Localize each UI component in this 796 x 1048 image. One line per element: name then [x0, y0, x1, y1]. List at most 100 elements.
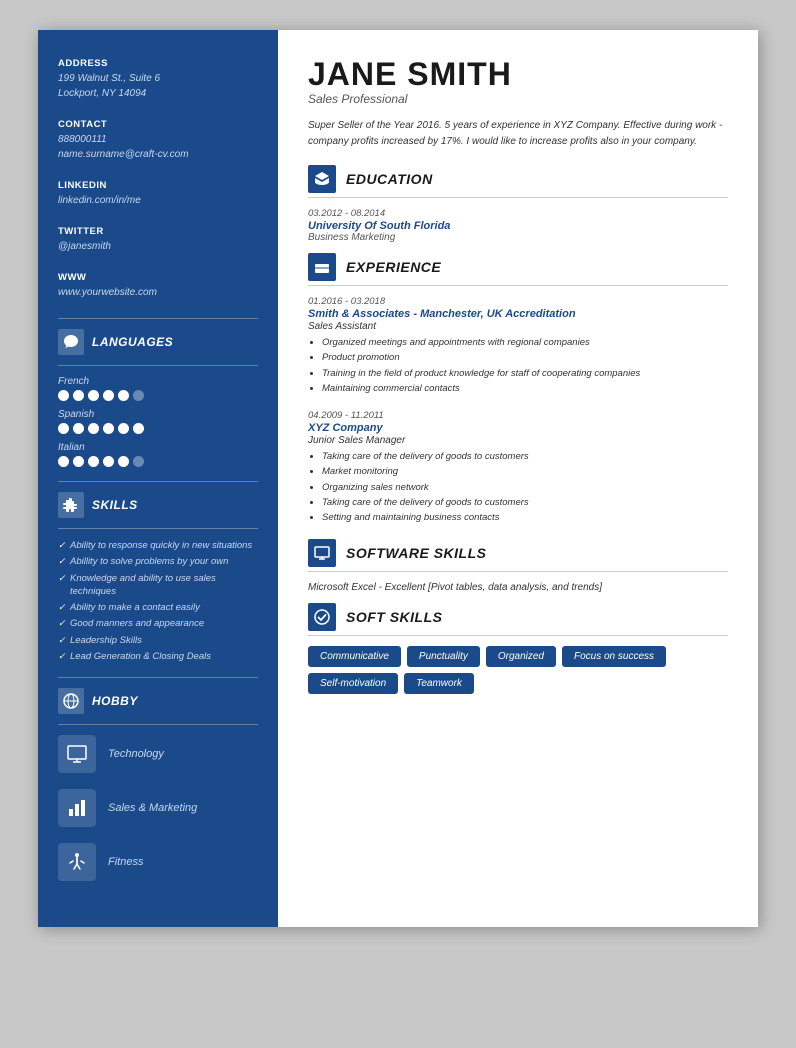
language-dot: [118, 423, 129, 434]
skills-list: Ability to response quickly in new situa…: [58, 539, 258, 663]
summary-text: Super Seller of the Year 2016. 5 years o…: [308, 118, 728, 149]
twitter-label: TWITTER: [58, 226, 258, 237]
twitter-handle: @janesmith: [58, 239, 258, 254]
soft-skills-badges: CommunicativePunctualityOrganizedFocus o…: [308, 646, 728, 694]
hobby-rule: [58, 724, 258, 725]
experience-rule: [308, 285, 728, 286]
experience-list: 01.2016 - 03.2018 Smith & Associates - M…: [308, 296, 728, 525]
exp-bullet: Market monitoring: [322, 465, 728, 479]
language-item: Spanish: [58, 409, 258, 434]
soft-skill-badge: Teamwork: [404, 673, 474, 694]
language-dot: [58, 456, 69, 467]
experience-header: EXPERIENCE: [308, 253, 728, 281]
language-dot: [118, 456, 129, 467]
languages-list: French Spanish Italian: [58, 376, 258, 467]
www-label: WWW: [58, 272, 258, 283]
monitor-icon: [314, 545, 330, 561]
software-rule: [308, 571, 728, 572]
exp-bullet: Training in the field of product knowled…: [322, 367, 728, 381]
soft-skill-badge: Self-motivation: [308, 673, 398, 694]
language-name: Italian: [58, 442, 258, 453]
address-line1: 199 Walnut St., Suite 6: [58, 71, 258, 86]
exp-bullet: Product promotion: [322, 351, 728, 365]
language-name: French: [58, 376, 258, 387]
education-entry: 03.2012 - 08.2014 University Of South Fl…: [308, 208, 728, 243]
edu-school: University Of South Florida: [308, 220, 728, 232]
experience-entry: 01.2016 - 03.2018 Smith & Associates - M…: [308, 296, 728, 396]
language-dot: [133, 456, 144, 467]
language-dot: [88, 456, 99, 467]
language-dot: [58, 390, 69, 401]
hobby-header: HOBBY: [58, 688, 258, 714]
exp-bullets: Organized meetings and appointments with…: [308, 336, 728, 396]
www-url: www.yourwebsite.com: [58, 285, 258, 300]
skill-item: Abillity to solve problems by your own: [58, 555, 258, 568]
skill-item: Knowledge and ability to use sales techn…: [58, 572, 258, 599]
exp-bullet: Organizing sales network: [322, 481, 728, 495]
languages-icon-box: [58, 329, 84, 355]
exp-dates: 01.2016 - 03.2018: [308, 296, 728, 307]
hobby-title: HOBBY: [92, 694, 138, 708]
twitter-section: TWITTER @janesmith: [58, 226, 258, 254]
experience-title: EXPERIENCE: [346, 259, 441, 275]
exp-role: Junior Sales Manager: [308, 435, 728, 446]
hobby-name: Sales & Marketing: [108, 802, 197, 814]
software-header: SOFTWARE SKILLS: [308, 539, 728, 567]
soft-skill-badge: Focus on success: [562, 646, 666, 667]
language-dot: [88, 423, 99, 434]
language-dot: [118, 390, 129, 401]
graduation-icon: [314, 171, 330, 187]
hobby-name: Fitness: [108, 856, 143, 868]
address-label: ADDRESS: [58, 58, 258, 69]
skill-item: Leadership Skills: [58, 634, 258, 647]
globe-icon: [63, 693, 79, 709]
software-icon-box: [308, 539, 336, 567]
linkedin-url: linkedin.com/in/me: [58, 193, 258, 208]
exp-bullet: Taking care of the delivery of goods to …: [322, 450, 728, 464]
resume-page: ADDRESS 199 Walnut St., Suite 6 Lockport…: [38, 30, 758, 927]
speech-bubble-icon: [63, 334, 79, 350]
skill-item: Lead Generation & Closing Deals: [58, 650, 258, 663]
linkedin-label: LINKEDIN: [58, 180, 258, 191]
exp-company: Smith & Associates - Manchester, UK Accr…: [308, 308, 728, 320]
experience-entry: 04.2009 - 11.2011 XYZ Company Junior Sal…: [308, 410, 728, 525]
languages-title: LANGUAGES: [92, 335, 173, 349]
hobby-name: Technology: [108, 748, 164, 760]
sidebar-divider-2: [58, 481, 258, 482]
language-dot: [133, 423, 144, 434]
skill-item: Good manners and appearance: [58, 617, 258, 630]
education-header: EDUCATION: [308, 165, 728, 193]
edu-dates: 03.2012 - 08.2014: [308, 208, 728, 219]
language-dot: [73, 423, 84, 434]
sidebar-divider-1: [58, 318, 258, 319]
skill-item: Ability to make a contact easily: [58, 601, 258, 614]
language-dots: [58, 390, 258, 401]
skills-title: SKILLS: [92, 498, 138, 512]
sidebar: ADDRESS 199 Walnut St., Suite 6 Lockport…: [38, 30, 278, 927]
language-item: French: [58, 376, 258, 401]
hobby-icon: [58, 789, 96, 827]
hobby-item: Technology: [58, 735, 258, 773]
address-section: ADDRESS 199 Walnut St., Suite 6 Lockport…: [58, 58, 258, 101]
hobby-icon-box: [58, 688, 84, 714]
checkmark-circle-icon: [314, 609, 330, 625]
language-dot: [103, 423, 114, 434]
skills-icon-box: [58, 492, 84, 518]
language-dots: [58, 456, 258, 467]
hobby-item: Sales & Marketing: [58, 789, 258, 827]
software-title: SOFTWARE SKILLS: [346, 545, 487, 561]
hobby-item: Fitness: [58, 843, 258, 881]
hobby-list: Technology Sales & Marketing Fitness: [58, 735, 258, 881]
education-rule: [308, 197, 728, 198]
hobby-icon: [58, 735, 96, 773]
soft-skill-badge: Organized: [486, 646, 556, 667]
education-title: EDUCATION: [346, 171, 433, 187]
skills-header: SKILLS: [58, 492, 258, 518]
www-section: WWW www.yourwebsite.com: [58, 272, 258, 300]
soft-skills-icon-box: [308, 603, 336, 631]
soft-skills-rule: [308, 635, 728, 636]
soft-skills-title: SOFT SKILLS: [346, 609, 443, 625]
language-dot: [103, 390, 114, 401]
language-item: Italian: [58, 442, 258, 467]
briefcase-icon: [314, 259, 330, 275]
